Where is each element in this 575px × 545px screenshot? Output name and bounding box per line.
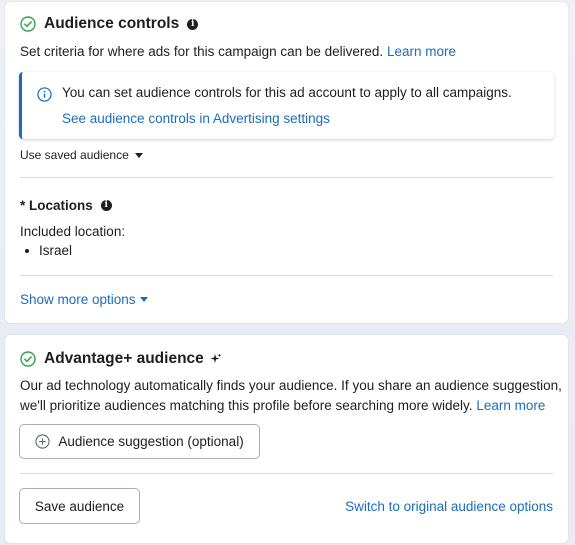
- show-more-label: Show more options: [20, 292, 136, 307]
- included-location-label: Included location:: [20, 224, 126, 239]
- audience-controls-header: Audience controls i: [20, 15, 199, 33]
- caret-down-icon: [134, 152, 143, 158]
- show-more-options-link[interactable]: Show more options: [20, 292, 148, 307]
- caret-down-icon: [139, 297, 148, 302]
- check-circle-icon: [20, 16, 36, 32]
- save-audience-button[interactable]: Save audience: [19, 488, 140, 524]
- bullet: [25, 249, 29, 254]
- locations-title: * Locations: [20, 198, 93, 213]
- plus-circle-icon: [35, 434, 50, 449]
- locations-header: * Locations i: [20, 198, 112, 213]
- audience-controls-card: Audience controls i Set criteria for whe…: [5, 2, 568, 323]
- audience-controls-title: Audience controls: [44, 15, 180, 32]
- learn-more-link[interactable]: Learn more: [387, 44, 456, 59]
- info-outline-icon: [37, 87, 52, 102]
- divider: [20, 177, 553, 178]
- audience-controls-notice: You can set audience controls for this a…: [19, 72, 554, 139]
- save-audience-label: Save audience: [34, 498, 125, 514]
- divider: [20, 275, 553, 276]
- location-list-item: Israel: [25, 241, 72, 261]
- info-icon[interactable]: i: [187, 18, 199, 30]
- saved-audience-dropdown[interactable]: Use saved audience: [20, 148, 143, 162]
- saved-audience-label: Use saved audience: [20, 148, 129, 162]
- audience-controls-description-row: Set criteria for where ads for this camp…: [20, 42, 456, 62]
- switch-to-original-audience-link[interactable]: Switch to original audience options: [345, 499, 553, 514]
- advantage-description-row2: we'll prioritize audiences matching this…: [20, 396, 545, 416]
- audience-controls-description: Set criteria for where ads for this camp…: [20, 44, 384, 59]
- advantage-description-line1: Our ad technology automatically finds yo…: [20, 378, 562, 393]
- advantage-audience-header: Advantage+ audience: [20, 350, 222, 368]
- audience-suggestion-label: Audience suggestion (optional): [58, 434, 244, 449]
- advantage-audience-card: Advantage+ audience Our ad technology au…: [5, 335, 568, 543]
- advantage-description-line2: we'll prioritize audiences matching this…: [20, 398, 473, 413]
- advertising-settings-link[interactable]: See audience controls in Advertising set…: [62, 111, 330, 126]
- audience-suggestion-button[interactable]: Audience suggestion (optional): [19, 424, 260, 459]
- location-name: Israel: [39, 243, 73, 258]
- notice-text: You can set audience controls for this a…: [62, 85, 512, 100]
- learn-more-link[interactable]: Learn more: [476, 398, 545, 413]
- info-icon[interactable]: i: [100, 200, 112, 211]
- advantage-audience-title: Advantage+ audience: [44, 350, 204, 367]
- sparkle-icon: [210, 353, 222, 363]
- check-circle-icon: [20, 351, 36, 367]
- divider: [20, 473, 553, 474]
